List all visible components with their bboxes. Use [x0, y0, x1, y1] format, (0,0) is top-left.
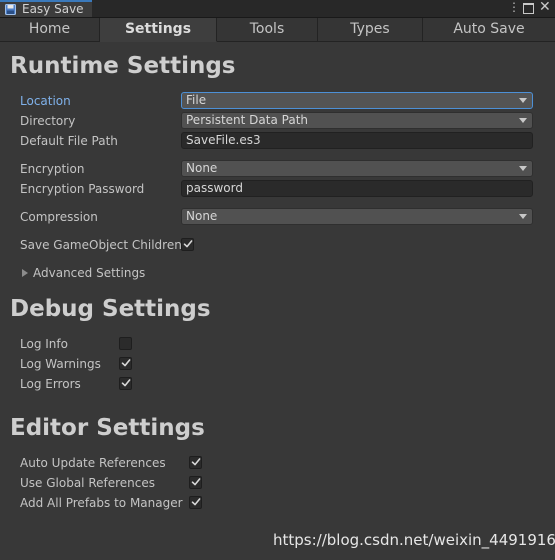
floppy-disk-icon	[5, 4, 16, 15]
directory-value: Persistent Data Path	[186, 113, 309, 127]
tab-bar: Home Settings Tools Types Auto Save	[0, 18, 555, 42]
default-file-path-input[interactable]: SaveFile.es3	[181, 132, 533, 149]
advanced-settings-foldout[interactable]: Advanced Settings	[33, 266, 145, 281]
window-titlebar: Easy Save ⋮ ✕	[0, 0, 555, 18]
encryption-password-input[interactable]: password	[181, 180, 533, 197]
add-prefabs-label: Add All Prefabs to Manager	[20, 496, 183, 510]
encryption-password-label: Encryption Password	[20, 182, 145, 196]
auto-update-label: Auto Update References	[20, 456, 166, 470]
checkmark-icon	[121, 359, 131, 367]
watermark-url: https://blog.csdn.net/weixin_44919162	[273, 531, 555, 549]
close-icon[interactable]: ✕	[539, 0, 551, 15]
global-references-checkbox[interactable]	[189, 476, 202, 489]
foldout-arrow-icon[interactable]	[22, 269, 28, 277]
maximize-icon[interactable]	[523, 3, 534, 14]
log-info-label: Log Info	[20, 337, 68, 351]
compression-dropdown[interactable]: None	[181, 208, 533, 225]
log-errors-checkbox[interactable]	[119, 377, 132, 390]
tab-tools[interactable]: Tools	[217, 18, 318, 42]
more-options-icon[interactable]: ⋮	[508, 0, 520, 15]
window-title: Easy Save	[22, 2, 84, 16]
location-dropdown[interactable]: File	[181, 92, 533, 109]
encryption-label: Encryption	[20, 162, 85, 176]
tab-auto-save[interactable]: Auto Save	[423, 18, 555, 42]
editor-settings-heading: Editor Settings	[10, 415, 205, 441]
global-references-label: Use Global References	[20, 476, 156, 490]
encryption-value: None	[186, 161, 218, 175]
log-errors-label: Log Errors	[20, 377, 81, 391]
log-warnings-checkbox[interactable]	[119, 357, 132, 370]
location-label: Location	[20, 94, 71, 108]
runtime-settings-heading: Runtime Settings	[10, 53, 236, 79]
save-children-checkbox[interactable]	[181, 238, 194, 251]
save-children-label: Save GameObject Children	[20, 238, 182, 252]
default-file-path-label: Default File Path	[20, 134, 118, 148]
compression-label: Compression	[20, 210, 98, 224]
log-info-checkbox[interactable]	[119, 337, 132, 350]
checkmark-icon	[191, 478, 201, 486]
log-warnings-label: Log Warnings	[20, 357, 101, 371]
compression-value: None	[186, 209, 218, 223]
encryption-dropdown[interactable]: None	[181, 160, 533, 177]
window-tab[interactable]: Easy Save	[0, 0, 92, 17]
chevron-down-icon	[519, 166, 527, 171]
tab-home[interactable]: Home	[0, 18, 100, 42]
directory-label: Directory	[20, 114, 76, 128]
debug-settings-heading: Debug Settings	[10, 296, 211, 322]
chevron-down-icon	[519, 98, 527, 103]
tab-types[interactable]: Types	[318, 18, 423, 42]
add-prefabs-checkbox[interactable]	[189, 496, 202, 509]
chevron-down-icon	[519, 214, 527, 219]
checkmark-icon	[191, 458, 201, 466]
checkmark-icon	[183, 240, 193, 248]
checkmark-icon	[191, 498, 201, 506]
directory-dropdown[interactable]: Persistent Data Path	[181, 112, 533, 129]
checkmark-icon	[121, 379, 131, 387]
chevron-down-icon	[519, 118, 527, 123]
tab-settings[interactable]: Settings	[100, 18, 217, 42]
auto-update-checkbox[interactable]	[189, 456, 202, 469]
location-value: File	[186, 93, 207, 107]
